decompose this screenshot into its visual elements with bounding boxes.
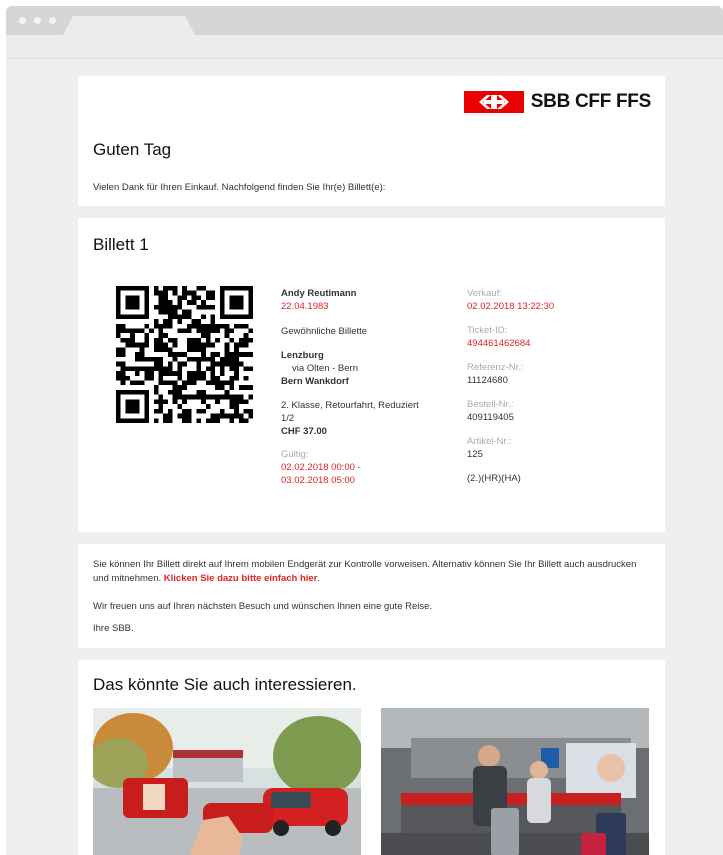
reference-label: Referenz-Nr.: [467,362,524,373]
info-period: . [317,573,321,584]
promo-title: Das könnte Sie auch interessieren. [93,675,357,694]
window-close-button[interactable] [19,17,26,24]
email-viewport: SBB CFF FFS Guten Tag Vielen Dank für Ih… [6,59,723,855]
sbb-logo: SBB CFF FFS [463,91,652,113]
ticket-code: (2.)(HR)(HA) [467,473,521,484]
browser-window: SBB CFF FFS Guten Tag Vielen Dank für Ih… [6,6,723,855]
ticket-id-label: Ticket-ID: [467,325,508,336]
birth-date: 22.04.1983 [281,301,329,312]
browser-titlebar [6,6,723,35]
intro-text: Vielen Dank für Ihren Einkauf. Nachfolge… [93,182,386,193]
valid-to: 03.02.2018 05:00 [281,475,355,486]
article-label: Artikel-Nr.: [467,436,512,447]
valid-from: 02.02.2018 00:00 - [281,462,361,473]
ticket-card: Billett 1 Andy Reutimann 22.04.1983 Gewö… [78,218,665,532]
ticket-id-value: 494461462684 [467,338,531,349]
print-link[interactable]: Klicken Sie dazu bitte einfach hier [164,573,318,584]
farewell-text: Wir freuen uns auf Ihren nächsten Besuch… [93,601,433,612]
route-from: Lenzburg [281,350,324,361]
ticket-title: Billett 1 [93,235,149,254]
signature-text: Ihre SBB. [93,623,134,634]
sbb-arrows-icon [463,91,524,113]
window-maximize-button[interactable] [49,17,56,24]
order-label: Bestell-Nr.: [467,399,514,410]
qr-code [116,286,253,423]
passenger-name: Andy Reutimann [281,288,357,299]
browser-tab[interactable] [63,16,195,35]
promo-image-car[interactable] [93,708,361,855]
info-card: Sie können Ihr Billett direkt auf Ihrem … [78,544,665,648]
order-value: 409119405 [467,412,514,423]
ticket-type: Gewöhnliche Billette [281,326,368,337]
route-to: Bern Wankdorf [281,376,349,387]
promo-card: Das könnte Sie auch interessieren. [78,660,665,855]
sale-label: Verkauf: [467,288,502,299]
valid-label: Gültig: [281,449,309,460]
sale-value: 02.02.2018 13:22:30 [467,301,555,312]
reference-value: 11124680 [467,375,508,386]
ticket-details: Andy Reutimann 22.04.1983 Gewöhnliche Bi… [281,287,461,487]
route-via: via Olten - Bern [292,363,358,374]
ticket-reduction: 1/2 [281,413,295,424]
promo-image-counter[interactable] [381,708,649,855]
browser-toolbar [6,35,723,59]
ticket-class: 2. Klasse, Retourfahrt, Reduziert [281,400,419,411]
info-paragraph: Sie können Ihr Billett direkt auf Ihrem … [93,558,653,586]
article-value: 125 [467,449,483,460]
ticket-price: CHF 37.00 [281,426,327,437]
ticket-meta: Verkauf: 02.02.2018 13:22:30 Ticket-ID: … [467,287,647,485]
logo-text: SBB CFF FFS [530,91,652,112]
window-minimize-button[interactable] [34,17,41,24]
header-card: SBB CFF FFS Guten Tag Vielen Dank für Ih… [78,76,665,206]
greeting-heading: Guten Tag [93,140,172,159]
